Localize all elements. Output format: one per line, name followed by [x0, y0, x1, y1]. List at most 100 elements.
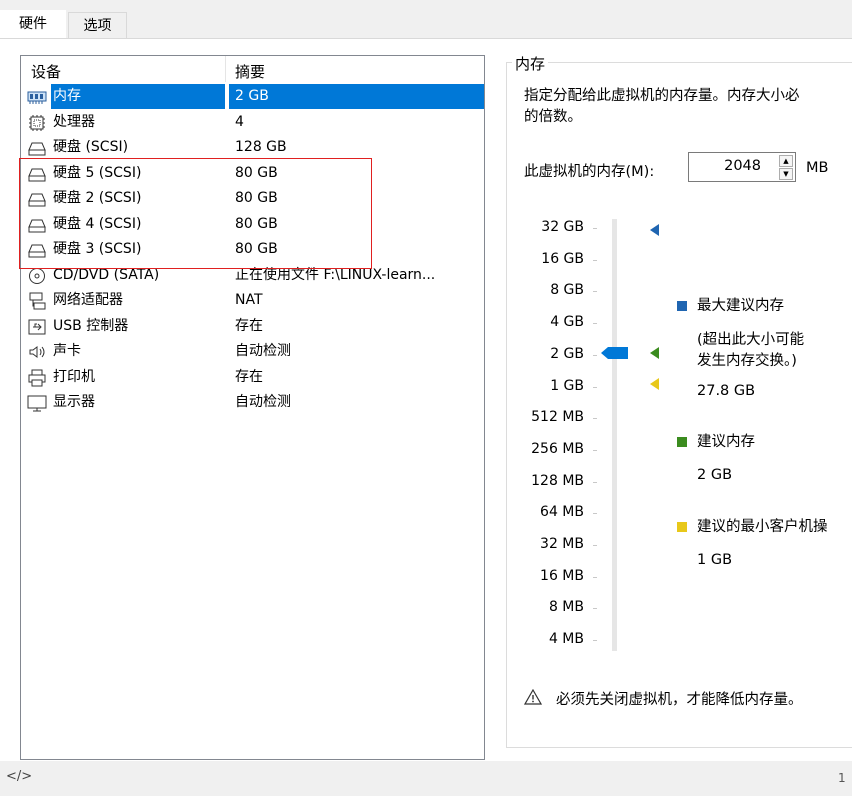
memory-spinbox[interactable]: 2048 ▲ ▼: [688, 152, 796, 182]
device-name: 网络适配器: [53, 292, 123, 308]
device-summary: 80 GB: [235, 190, 278, 206]
bottom-bar: [0, 761, 852, 796]
scale-tick: [593, 259, 597, 261]
scale-label: 64 MB: [540, 504, 584, 521]
device-summary: 4: [235, 113, 244, 130]
tab-hardware[interactable]: 硬件: [0, 10, 66, 39]
scale-label: 32 MB: [540, 536, 584, 552]
device-summary: NAT: [235, 292, 263, 308]
scale-label: 16 MB: [540, 567, 584, 584]
device-summary: 80 GB: [235, 164, 278, 181]
scale-label: 32 GB: [541, 219, 584, 235]
memory-description: 指定分配给此虚拟机的内存量。内存大小必 的倍数。: [524, 88, 800, 125]
device-summary: 自动检测: [235, 343, 291, 359]
device-name: CD/DVD (SATA): [53, 266, 160, 283]
max-recommended-marker: [650, 224, 659, 236]
device-summary: 存在: [235, 368, 263, 385]
scale-label: 4 GB: [550, 314, 584, 331]
max-legend-value: 27.8 GB: [697, 383, 756, 399]
device-row-hard-disk[interactable]: 硬盘 (SCSI) 128 GB: [21, 135, 484, 161]
device-name: 处理器: [53, 113, 95, 130]
scale-tick: [593, 228, 597, 229]
device-summary: 自动检测: [235, 394, 291, 410]
scale-label: 8 GB: [550, 282, 584, 299]
device-summary: 正在使用文件 F:\LINUX-learn...: [235, 266, 436, 283]
tab-bar: 硬件 选项: [0, 0, 852, 40]
page-number: 1: [838, 771, 846, 785]
memory-icon: [27, 88, 47, 106]
scale-tick: [593, 291, 597, 293]
min-legend-swatch: [677, 522, 687, 532]
scale-label: 256 MB: [531, 440, 584, 457]
device-name: 硬盘 (SCSI): [53, 139, 129, 155]
recommended-legend-value: 2 GB: [697, 467, 733, 483]
scale-label: 2 GB: [550, 345, 584, 362]
max-legend-title: 最大建议内存: [697, 298, 784, 314]
device-row-cd-dvd[interactable]: CD/DVD (SATA) 正在使用文件 F:\LINUX-learn...: [21, 263, 484, 289]
memory-unit: MB: [806, 160, 829, 176]
scale-tick: [593, 323, 597, 325]
tab-options[interactable]: 选项: [68, 12, 127, 39]
scale-tick: [593, 640, 597, 642]
scale-tick: [593, 481, 597, 483]
scale-label: 16 GB: [541, 250, 584, 267]
device-summary: 80 GB: [235, 215, 278, 232]
device-name: 硬盘 5 (SCSI): [53, 164, 142, 181]
device-name: USB 控制器: [53, 317, 129, 334]
scale-label: 128 MB: [531, 472, 584, 489]
column-header-summary[interactable]: 摘要: [235, 61, 265, 82]
scale-label: 4 MB: [548, 631, 584, 648]
scale-tick: [593, 386, 597, 388]
device-name: 硬盘 4 (SCSI): [53, 215, 142, 232]
device-summary: 2 GB: [229, 84, 484, 109]
column-header-device[interactable]: 设备: [31, 61, 61, 82]
spin-up-button[interactable]: ▲: [779, 155, 793, 167]
max-legend-note: (超出此大小可能 发生内存交换。): [697, 332, 805, 369]
scale-label: 8 MB: [548, 599, 584, 616]
min-recommended-marker: [650, 378, 659, 390]
column-separator[interactable]: [225, 56, 226, 82]
device-row-processor[interactable]: 处理器 4: [21, 110, 484, 136]
device-row-usb-controller[interactable]: USB 控制器 存在: [21, 314, 484, 340]
device-name: 硬盘 2 (SCSI): [53, 190, 142, 206]
scale-tick: [593, 608, 597, 610]
device-name: 显示器: [53, 394, 95, 410]
memory-slider-track[interactable]: [612, 219, 617, 651]
warning-text: 必须先关闭虚拟机，才能降低内存量。: [556, 692, 803, 708]
device-row-sound-card[interactable]: 声卡 自动检测: [21, 339, 484, 365]
scale-tick: [593, 513, 597, 515]
scale-tick: [593, 545, 597, 546]
device-row-network-adapter[interactable]: 网络适配器 NAT: [21, 288, 484, 314]
device-summary: 128 GB: [235, 139, 287, 155]
device-list[interactable]: 设备 摘要 内存 2 GB 处理器 4 硬盘 (SCSI) 128 GB 硬盘 …: [20, 55, 485, 760]
device-row-printer[interactable]: 打印机 存在: [21, 365, 484, 391]
recommended-legend-swatch: [677, 437, 687, 447]
device-row-display[interactable]: 显示器 自动检测: [21, 390, 484, 416]
device-row-hard-disk-4[interactable]: 硬盘 4 (SCSI) 80 GB: [21, 212, 484, 238]
recommended-marker: [650, 347, 659, 359]
spin-down-button[interactable]: ▼: [779, 168, 793, 180]
list-header: 设备 摘要: [21, 56, 484, 82]
scale-tick: [593, 354, 597, 356]
device-name: 内存: [53, 88, 81, 104]
memory-value[interactable]: 2048: [724, 158, 761, 174]
min-legend-title: 建议的最小客户机操: [697, 519, 828, 535]
device-row-hard-disk-5[interactable]: 硬盘 5 (SCSI) 80 GB: [21, 161, 484, 187]
max-legend-swatch: [677, 301, 687, 311]
device-row-hard-disk-2[interactable]: 硬盘 2 (SCSI) 80 GB: [21, 186, 484, 212]
recommended-legend-title: 建议内存: [697, 434, 755, 450]
scale-tick: [593, 418, 597, 420]
warning-icon: [524, 689, 542, 705]
scale-tick: [593, 449, 597, 451]
device-row-memory[interactable]: 内存 2 GB: [21, 84, 484, 110]
scale-tick: [593, 576, 597, 578]
device-row-hard-disk-3[interactable]: 硬盘 3 (SCSI) 80 GB: [21, 237, 484, 263]
device-name: 打印机: [53, 368, 95, 385]
code-icon[interactable]: </>: [6, 769, 32, 784]
scale-label: 1 GB: [550, 377, 584, 394]
device-summary: 80 GB: [235, 241, 278, 257]
memory-slider-thumb[interactable]: [601, 346, 629, 360]
memory-group-title: 内存: [512, 53, 549, 74]
memory-field-label: 此虚拟机的内存(M):: [524, 164, 655, 180]
min-legend-value: 1 GB: [697, 552, 733, 568]
